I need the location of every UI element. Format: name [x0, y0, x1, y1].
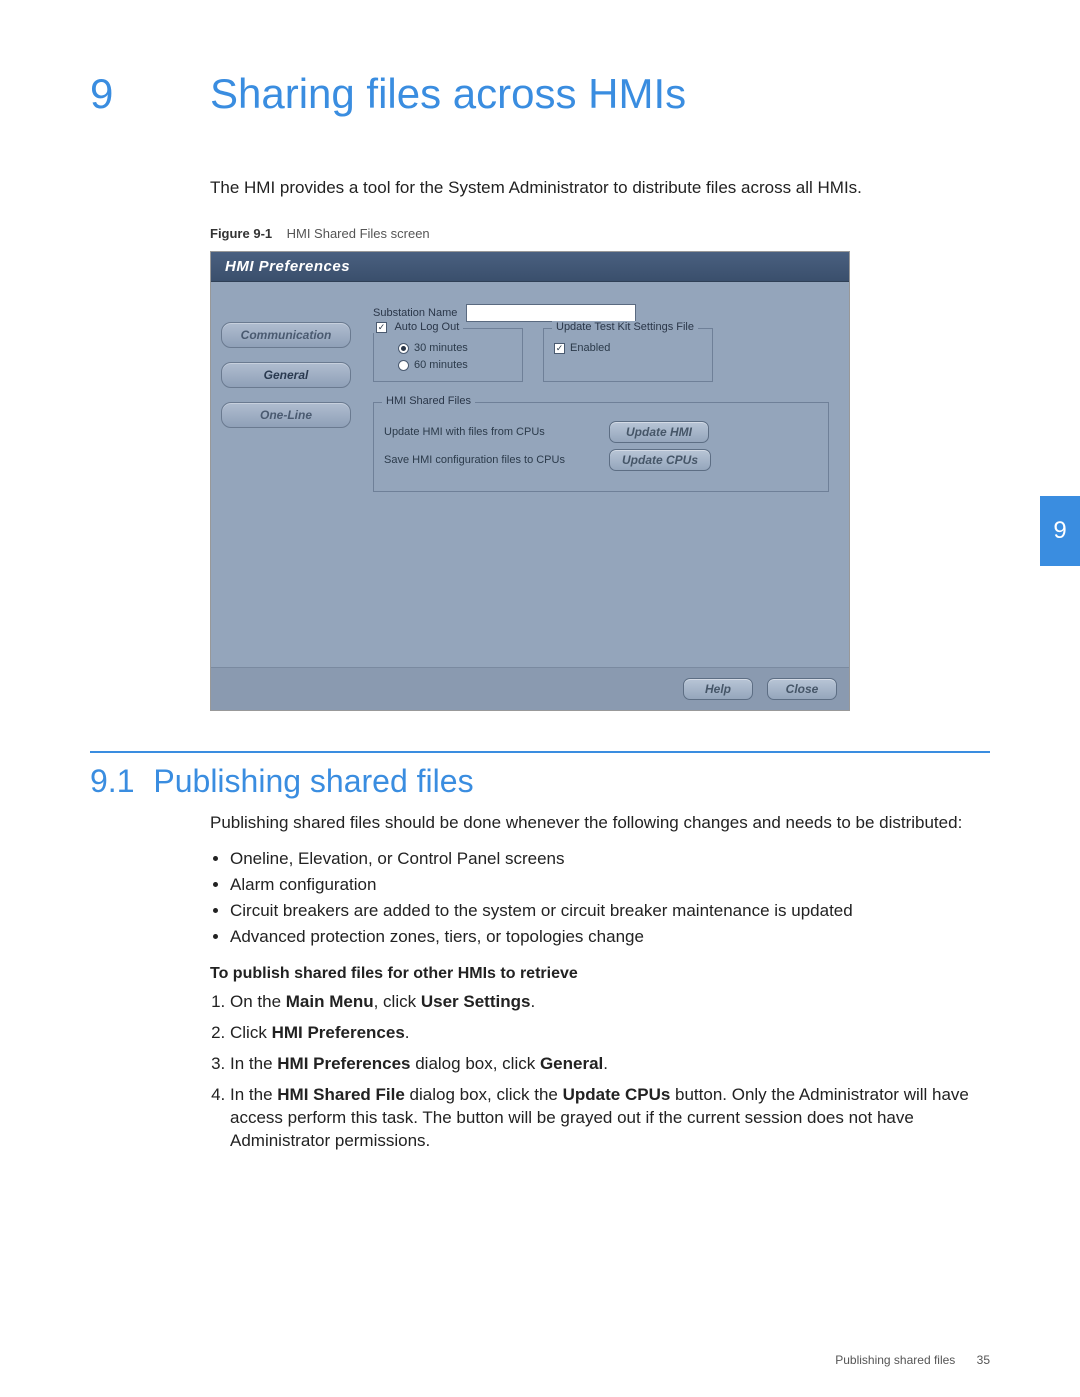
- procedure-steps: On the Main Menu, click User Settings. C…: [230, 991, 990, 1153]
- hmi-preferences-dialog: HMI Preferences Communication General On…: [210, 251, 850, 711]
- close-button[interactable]: Close: [767, 678, 837, 700]
- intro-paragraph: The HMI provides a tool for the System A…: [210, 178, 990, 198]
- chapter-title: Sharing files across HMIs: [210, 70, 686, 118]
- dialog-sidebar: Communication General One-Line: [221, 292, 351, 667]
- dialog-title: HMI Preferences: [211, 252, 849, 282]
- update-hmi-button[interactable]: Update HMI: [609, 421, 709, 443]
- chapter-side-tab: 9: [1040, 496, 1080, 566]
- bullet-list: Oneline, Elevation, or Control Panel scr…: [230, 849, 990, 947]
- list-item: Advanced protection zones, tiers, or top…: [230, 927, 990, 947]
- hmi-shared-files-group: HMI Shared Files Update HMI with files f…: [373, 402, 829, 492]
- chapter-number: 9: [90, 70, 210, 118]
- help-button[interactable]: Help: [683, 678, 753, 700]
- radio-60-min-label: 60 minutes: [414, 359, 468, 371]
- step-4: In the HMI Shared File dialog box, click…: [230, 1084, 990, 1153]
- section-title: Publishing shared files: [153, 763, 473, 799]
- dialog-content: Substation Name ✓ Auto Log Out 30 minute…: [363, 292, 839, 667]
- figure-caption: Figure 9-1 HMI Shared Files screen: [210, 226, 990, 241]
- auto-log-out-group: ✓ Auto Log Out 30 minutes 60 minutes: [373, 328, 523, 382]
- tab-communication[interactable]: Communication: [221, 322, 351, 348]
- chapter-header: 9 Sharing files across HMIs: [90, 70, 990, 118]
- radio-60-min[interactable]: [398, 360, 409, 371]
- section-intro: Publishing shared files should be done w…: [210, 812, 990, 835]
- update-testkit-legend: Update Test Kit Settings File: [552, 321, 698, 333]
- list-item: Circuit breakers are added to the system…: [230, 901, 990, 921]
- update-testkit-group: Update Test Kit Settings File ✓ Enabled: [543, 328, 713, 382]
- update-cpus-button[interactable]: Update CPUs: [609, 449, 711, 471]
- page-footer: Publishing shared files 35: [835, 1353, 990, 1367]
- radio-30-min-label: 30 minutes: [414, 342, 468, 354]
- figure-label: Figure 9-1: [210, 226, 272, 241]
- update-cpus-label: Save HMI configuration files to CPUs: [384, 454, 599, 466]
- radio-30-min[interactable]: [398, 343, 409, 354]
- update-hmi-label: Update HMI with files from CPUs: [384, 426, 599, 438]
- step-3: In the HMI Preferences dialog box, click…: [230, 1053, 990, 1076]
- step-2: Click HMI Preferences.: [230, 1022, 990, 1045]
- substation-name-label: Substation Name: [373, 307, 457, 319]
- auto-log-out-checkbox[interactable]: ✓: [376, 322, 387, 333]
- auto-log-out-label: Auto Log Out: [394, 321, 459, 333]
- testkit-enabled-label: Enabled: [570, 342, 610, 354]
- section-rule: [90, 751, 990, 753]
- footer-section: Publishing shared files: [835, 1353, 955, 1367]
- figure-caption-text: HMI Shared Files screen: [287, 226, 430, 241]
- section-heading: 9.1 Publishing shared files: [90, 763, 990, 800]
- tab-general[interactable]: General: [221, 362, 351, 388]
- substation-name-input[interactable]: [466, 304, 636, 322]
- list-item: Alarm configuration: [230, 875, 990, 895]
- tab-oneline[interactable]: One-Line: [221, 402, 351, 428]
- step-1: On the Main Menu, click User Settings.: [230, 991, 990, 1014]
- testkit-enabled-checkbox[interactable]: ✓: [554, 343, 565, 354]
- footer-page-number: 35: [977, 1353, 990, 1367]
- procedure-title: To publish shared files for other HMIs t…: [210, 965, 990, 983]
- section-number: 9.1: [90, 763, 134, 799]
- hmi-shared-files-legend: HMI Shared Files: [382, 395, 475, 407]
- list-item: Oneline, Elevation, or Control Panel scr…: [230, 849, 990, 869]
- dialog-footer: Help Close: [211, 667, 849, 710]
